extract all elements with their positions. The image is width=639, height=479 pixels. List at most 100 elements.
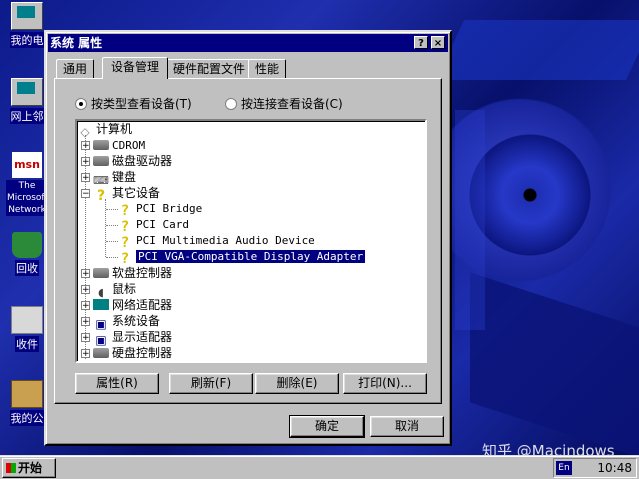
msn-icon: msn xyxy=(12,152,42,178)
properties-button[interactable]: 属性(R) xyxy=(75,373,159,394)
cancel-button[interactable]: 取消 xyxy=(370,416,444,437)
tab-general[interactable]: 通用 xyxy=(56,59,95,78)
expand-icon[interactable]: + xyxy=(81,301,90,311)
tree-node-floppy-controller[interactable]: + 软盘控制器 xyxy=(81,265,172,281)
expand-icon[interactable]: + xyxy=(81,349,90,359)
system-properties-dialog: 系统 属性 ? × 通用 设备管理 硬件配置文件 性能 按类型查看设备(T) 按… xyxy=(44,30,452,446)
desktop-icon-label: 我的公 xyxy=(9,410,45,426)
ok-button[interactable]: 确定 xyxy=(289,415,365,438)
desktop-icon-recycle-bin[interactable]: 回收 xyxy=(6,232,48,279)
tree-node-other-devices[interactable]: −? 其它设备 xyxy=(81,185,161,204)
view-by-type-radio[interactable]: 按类型查看设备(T) xyxy=(75,97,192,111)
tree-label: 计算机 xyxy=(96,122,133,136)
tree-label: 鼠标 xyxy=(112,282,137,296)
device-manager-panel: 按类型查看设备(T) 按连接查看设备(C) ◇ 计算机 + CDROM + 磁盘驱动器… xyxy=(54,78,442,404)
radio-dot xyxy=(225,98,237,110)
dialog-title: 系统 属性 xyxy=(50,36,103,50)
desktop-icon-label: The Microsoft Network xyxy=(6,180,48,216)
tree-label-selected: PCI VGA-Compatible Display Adapter xyxy=(134,249,367,264)
tree-label: 键盘 xyxy=(112,170,137,184)
tree-node-hard-disk-controllers[interactable]: + 硬盘控制器 xyxy=(81,345,172,361)
expand-icon[interactable]: + xyxy=(81,141,90,151)
question-mark-icon: ? xyxy=(120,219,130,235)
desktop-icon-label: 收件 xyxy=(15,336,39,352)
wallpaper-shape xyxy=(470,272,639,455)
desktop-icon-network[interactable]: 网上邻 xyxy=(6,78,48,127)
hard-disk-controller-icon xyxy=(93,348,109,358)
collapse-icon[interactable]: − xyxy=(81,189,90,199)
system-tray: En 10:48 xyxy=(553,458,637,478)
tree-node-pci-card[interactable]: ? PCI Card xyxy=(117,217,189,235)
tab-hardware-profiles[interactable]: 硬件配置文件 xyxy=(166,59,253,78)
clock[interactable]: 10:48 xyxy=(597,459,632,477)
question-mark-icon: ? xyxy=(120,203,130,219)
expand-icon[interactable]: + xyxy=(81,317,90,327)
start-button[interactable]: 开始 xyxy=(2,458,56,478)
tree-label: 磁盘驱动器 xyxy=(112,154,173,168)
floppy-controller-icon xyxy=(93,268,109,278)
tree-node-cdrom[interactable]: + CDROM xyxy=(81,137,145,153)
inbox-icon xyxy=(11,306,43,334)
expand-icon[interactable]: + xyxy=(81,173,90,183)
tree-label: PCI Bridge xyxy=(136,202,203,215)
start-label: 开始 xyxy=(18,461,43,475)
tree-node-system-devices[interactable]: + ▣ 系统设备 xyxy=(81,313,161,331)
tree-node-network-adapters[interactable]: + 网络适配器 xyxy=(81,297,172,313)
tree-label: 软盘控制器 xyxy=(112,266,173,280)
remove-button[interactable]: 删除(E) xyxy=(255,373,339,394)
radio-label: 按连接查看设备(C) xyxy=(241,97,343,111)
desktop-icon-msn[interactable]: msn The Microsoft Network xyxy=(6,152,48,219)
tab-device-manager[interactable]: 设备管理 xyxy=(102,57,169,79)
tree-node-pci-audio[interactable]: ? PCI Multimedia Audio Device xyxy=(117,233,315,251)
wallpaper-shape xyxy=(436,20,639,80)
tree-label: PCI Multimedia Audio Device xyxy=(136,234,315,247)
cdrom-icon xyxy=(93,140,109,150)
computer-icon xyxy=(11,2,43,30)
briefcase-icon xyxy=(11,380,43,408)
recycle-bin-icon xyxy=(12,232,42,258)
tree-node-pci-bridge[interactable]: ? PCI Bridge xyxy=(117,201,203,219)
expand-icon[interactable]: + xyxy=(81,269,90,279)
language-indicator[interactable]: En xyxy=(556,461,572,475)
tree-label: 网络适配器 xyxy=(112,298,173,312)
tree-node-computer[interactable]: ◇ 计算机 xyxy=(77,121,133,139)
tree-node-pci-vga[interactable]: ? PCI VGA-Compatible Display Adapter xyxy=(117,249,367,267)
expand-icon[interactable]: + xyxy=(81,157,90,167)
device-tree[interactable]: ◇ 计算机 + CDROM + 磁盘驱动器 + ⌨ 键盘 −? 其它设备 ? PCI Brid… xyxy=(75,119,427,363)
tree-node-display-adapters[interactable]: + ▣ 显示适配器 xyxy=(81,329,173,347)
refresh-button[interactable]: 刷新(F) xyxy=(169,373,253,394)
help-button[interactable]: ? xyxy=(414,36,428,49)
question-mark-icon: ? xyxy=(120,235,130,251)
question-mark-icon: ? xyxy=(120,251,130,267)
tree-label: 显示适配器 xyxy=(112,330,173,344)
network-adapter-icon xyxy=(93,299,109,310)
tab-performance[interactable]: 性能 xyxy=(248,59,287,78)
windows-logo-icon xyxy=(6,463,16,473)
desktop-icon-briefcase[interactable]: 我的公 xyxy=(6,380,48,429)
desktop-icon-label: 我的电 xyxy=(9,32,45,48)
question-mark-icon: ? xyxy=(96,188,106,204)
desktop-icon-label: 回收 xyxy=(15,260,39,276)
tree-node-keyboard[interactable]: + ⌨ 键盘 xyxy=(81,169,137,187)
wallpaper-shape xyxy=(455,110,485,330)
network-icon xyxy=(11,78,43,106)
expand-icon[interactable]: + xyxy=(81,333,90,343)
desktop-icon-label: 网上邻 xyxy=(9,108,45,124)
title-bar[interactable]: 系统 属性 ? × xyxy=(48,34,448,52)
tree-label: CDROM xyxy=(112,139,146,152)
desktop-icon-my-computer[interactable]: 我的电 xyxy=(6,2,48,51)
radio-label: 按类型查看设备(T) xyxy=(91,97,192,111)
view-by-connection-radio[interactable]: 按连接查看设备(C) xyxy=(225,97,343,111)
tree-node-mouse[interactable]: + ◖ 鼠标 xyxy=(81,281,137,299)
desktop-icon-inbox[interactable]: 收件 xyxy=(6,306,48,355)
tree-label: 系统设备 xyxy=(112,314,161,328)
tree-line xyxy=(105,199,106,257)
tree-label: PCI Card xyxy=(136,218,189,231)
tree-label: 硬盘控制器 xyxy=(112,346,173,360)
tree-node-disk-drives[interactable]: + 磁盘驱动器 xyxy=(81,153,172,169)
tree-label: 其它设备 xyxy=(112,186,161,200)
close-button[interactable]: × xyxy=(431,36,445,49)
taskbar: 开始 En 10:48 xyxy=(0,455,639,479)
print-button[interactable]: 打印(N)... xyxy=(343,373,427,394)
expand-icon[interactable]: + xyxy=(81,285,90,295)
